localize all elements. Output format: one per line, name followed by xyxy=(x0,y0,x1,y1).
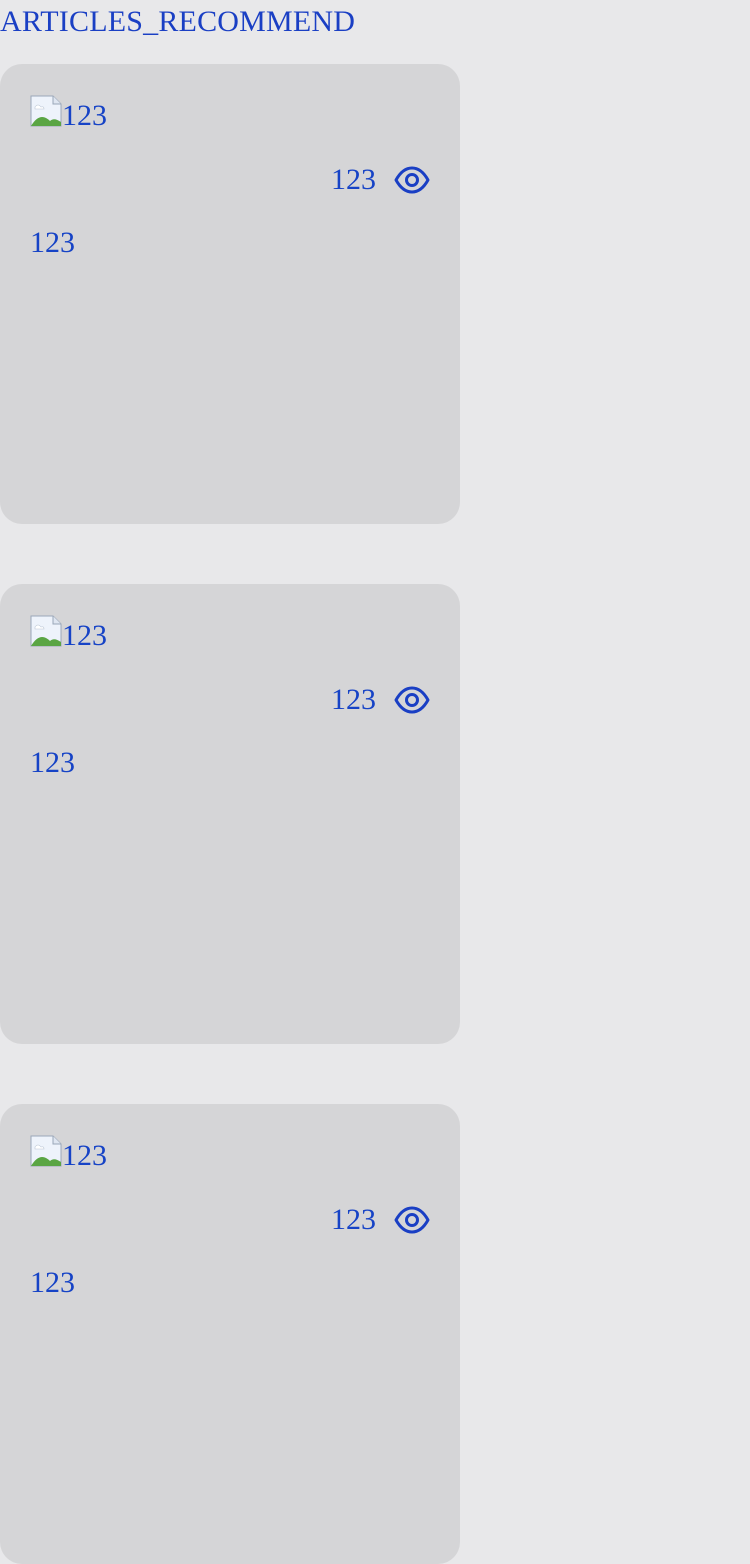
article-card[interactable]: 123 123 123 xyxy=(0,584,460,1044)
views-counter: 123 xyxy=(331,680,430,720)
eye-icon xyxy=(394,686,430,714)
article-thumbnail[interactable]: 123 xyxy=(30,94,107,132)
views-count: 123 xyxy=(331,1203,376,1236)
broken-image-icon xyxy=(30,615,62,647)
eye-icon xyxy=(394,1206,430,1234)
article-summary: 123 xyxy=(30,1266,75,1299)
thumbnail-alt-text: 123 xyxy=(62,619,107,652)
section-title: ARTICLES_RECOMMEND xyxy=(0,5,356,38)
thumbnail-alt-text: 123 xyxy=(62,99,107,132)
eye-icon xyxy=(394,166,430,194)
article-thumbnail[interactable]: 123 xyxy=(30,614,107,652)
broken-image-icon xyxy=(30,95,62,127)
thumbnail-alt-text: 123 xyxy=(62,1139,107,1172)
article-card[interactable]: 123 123 123 xyxy=(0,1104,460,1564)
article-thumbnail[interactable]: 123 xyxy=(30,1134,107,1172)
views-counter: 123 xyxy=(331,1200,430,1240)
views-counter: 123 xyxy=(331,160,430,200)
broken-image-icon xyxy=(30,1135,62,1167)
article-summary: 123 xyxy=(30,746,75,779)
article-summary: 123 xyxy=(30,226,75,259)
views-count: 123 xyxy=(331,163,376,196)
article-card[interactable]: 123 123 123 xyxy=(0,64,460,524)
views-count: 123 xyxy=(331,683,376,716)
articles-recommend-page: ARTICLES_RECOMMEND 123 123 123 123 123 1… xyxy=(0,0,750,1564)
